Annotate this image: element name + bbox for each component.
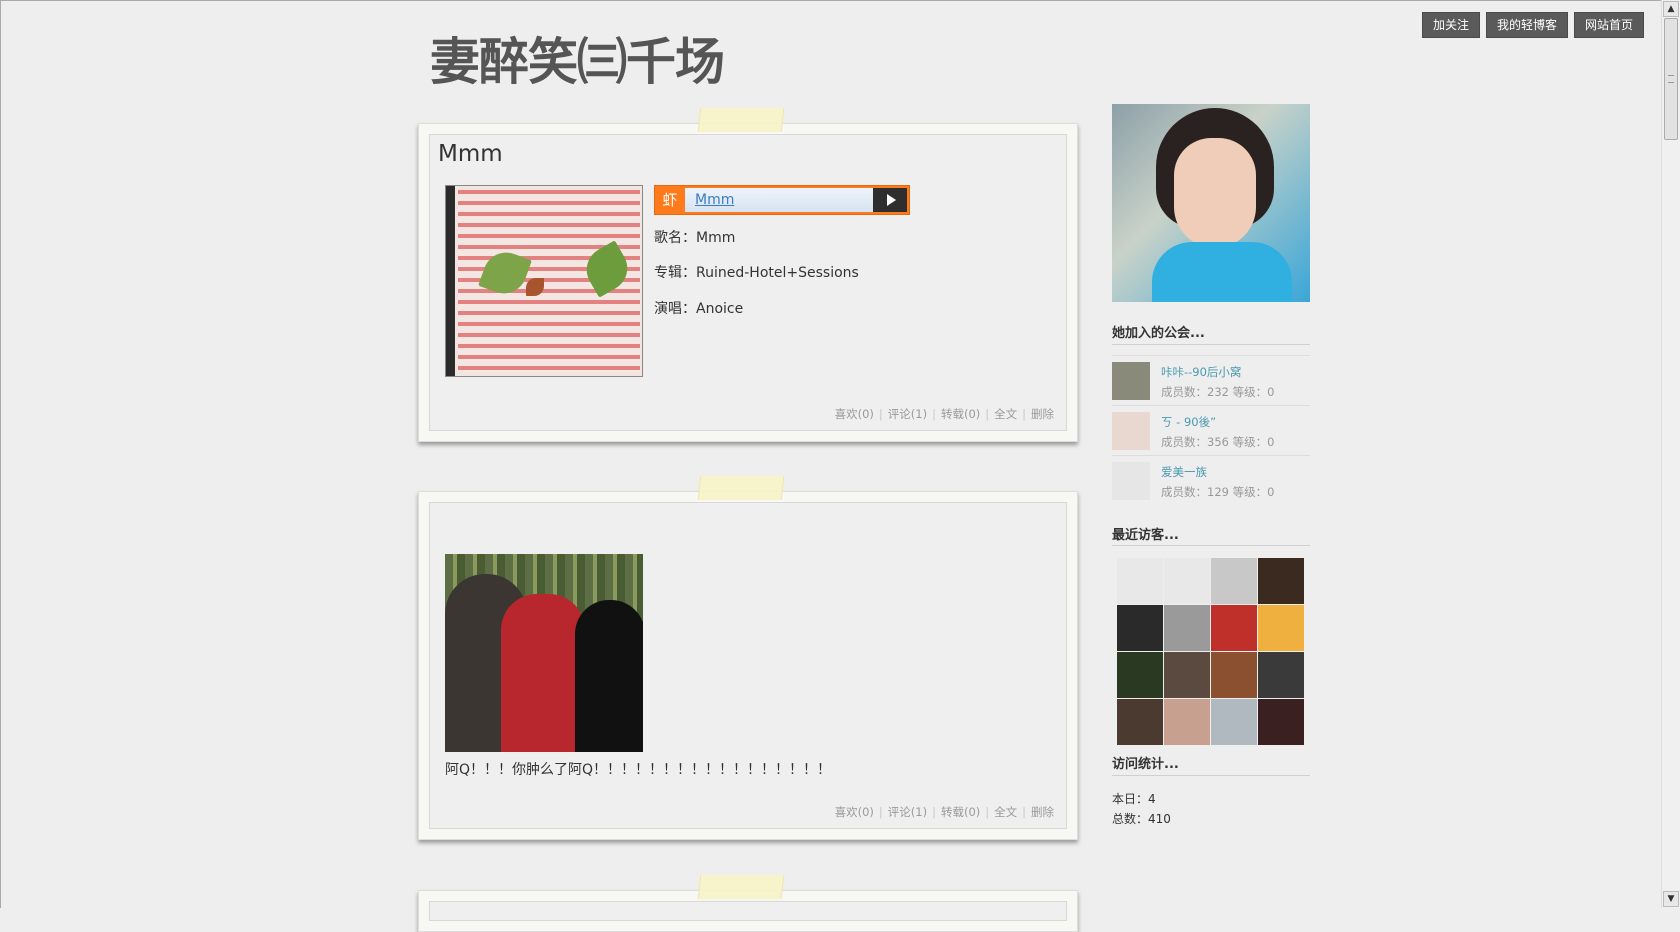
xiami-logo-icon: 虾 [662,191,678,209]
scroll-down-icon[interactable]: ▼ [1663,891,1679,907]
repost-link[interactable]: 转载(0) [941,407,980,421]
visitors-heading: 最近访客... [1112,528,1179,543]
visitor-avatar[interactable] [1117,699,1163,745]
music-post: Mmm 虾 Mmm 歌名：Mmm 专辑：Ruined-Hotel+Session… [418,108,1078,442]
tape-decoration [697,875,785,899]
play-button[interactable] [873,188,907,212]
vertical-scrollbar[interactable]: ▲ ▼ [1661,0,1680,908]
clubs-heading: 她加入的公会... [1112,326,1205,341]
avatar-shirt [1152,242,1292,302]
visitor-avatar[interactable] [1117,652,1163,698]
club-item[interactable]: ㄎ - 90後” 成员数：356 等级：0 [1112,405,1310,454]
separator: | [985,805,990,819]
visitor-avatar[interactable] [1164,605,1210,651]
site-home-button[interactable]: 网站首页 [1573,12,1644,38]
visitor-avatar[interactable] [1117,558,1163,604]
track-bar: Mmm [685,188,873,212]
track-link[interactable]: Mmm [695,192,734,208]
visitor-avatar[interactable] [1164,699,1210,745]
avatar-face [1174,138,1256,248]
visitor-avatar[interactable] [1211,558,1257,604]
club-name[interactable]: 咔咔--90后小窝 [1161,364,1241,380]
stats-heading: 访问统计... [1112,757,1179,772]
music-player: 虾 Mmm [654,185,910,215]
photo-caption: 阿Q！！！你肿么了阿Q！！！！！！！！！！！！！！！！！ [445,762,832,778]
visitor-grid [1117,558,1309,745]
visitor-avatar[interactable] [1164,652,1210,698]
post-actions: 喜欢(0) | 评论(1) | 转载(0) | 全文 | 删除 [835,406,1054,422]
comment-link[interactable]: 评论(1) [888,805,927,819]
window-left-border [0,0,1,908]
delete-link[interactable]: 删除 [1031,805,1054,819]
club-thumbnail[interactable] [1112,462,1150,500]
separator: | [985,407,990,421]
visitor-avatar[interactable] [1258,558,1304,604]
separator: | [932,407,936,421]
visitor-avatar[interactable] [1211,652,1257,698]
photo-figure [501,594,585,752]
club-name[interactable]: 爱美一族 [1161,464,1207,480]
divider [1112,344,1310,345]
like-link[interactable]: 喜欢(0) [835,805,874,819]
photo-figure [575,600,643,752]
top-nav: 加关注 我的轻博客 网站首页 [1421,12,1644,38]
post-body [429,901,1067,921]
album-name: 专辑：Ruined-Hotel+Sessions [654,265,859,281]
visitor-avatar[interactable] [1117,605,1163,651]
post-title[interactable]: Mmm [438,141,503,167]
today-visits: 本日：4 [1112,792,1156,806]
club-stats: 成员数：232 等级：0 [1161,385,1275,399]
separator: | [932,805,936,819]
repost-link[interactable]: 转载(0) [941,805,980,819]
tape-decoration [697,108,785,132]
like-link[interactable]: 喜欢(0) [835,407,874,421]
tape-decoration [697,476,785,500]
follow-button[interactable]: 加关注 [1421,12,1480,38]
next-post [418,875,1078,932]
club-stats: 成员数：129 等级：0 [1161,485,1275,499]
window-top-border [0,0,1680,1]
post-body: 阿Q！！！你肿么了阿Q！！！！！！！！！！！！！！！！！ 喜欢(0) | 评论(1)… [429,502,1067,829]
post-photo[interactable] [445,554,643,752]
visitor-avatar[interactable] [1211,699,1257,745]
my-blog-button[interactable]: 我的轻博客 [1485,12,1568,38]
club-thumbnail[interactable] [1112,362,1150,400]
separator: | [878,805,883,819]
club-stats: 成员数：356 等级：0 [1161,435,1275,449]
scroll-thumb[interactable] [1664,18,1678,140]
visitor-avatar[interactable] [1211,605,1257,651]
profile-avatar[interactable] [1112,104,1310,302]
divider [1112,545,1310,546]
total-visits: 总数：410 [1112,812,1171,826]
visitor-avatar[interactable] [1258,699,1304,745]
club-item[interactable]: 咔咔--90后小窝 成员数：232 等级：0 [1112,355,1310,404]
visitor-avatar[interactable] [1258,652,1304,698]
divider [1112,775,1310,776]
full-text-link[interactable]: 全文 [994,805,1017,819]
visitor-avatar[interactable] [1258,605,1304,651]
scroll-up-icon[interactable]: ▲ [1663,1,1679,17]
delete-link[interactable]: 删除 [1031,407,1054,421]
club-thumbnail[interactable] [1112,412,1150,450]
album-spine [446,186,455,376]
visitor-avatar[interactable] [1164,558,1210,604]
blog-title[interactable]: 妻醉笑㈢千场 [430,22,725,94]
club-item[interactable]: 爱美一族 成员数：129 等级：0 [1112,455,1310,504]
separator: | [1022,407,1026,421]
artist-name: 演唱：Anoice [654,301,744,317]
full-text-link[interactable]: 全文 [994,407,1017,421]
album-cover-image[interactable] [445,185,643,377]
club-name[interactable]: ㄎ - 90後” [1161,414,1216,430]
grip-icon [1668,75,1674,83]
comment-link[interactable]: 评论(1) [888,407,927,421]
post-actions: 喜欢(0) | 评论(1) | 转载(0) | 全文 | 删除 [835,804,1054,820]
post-body: Mmm 虾 Mmm 歌名：Mmm 专辑：Ruined-Hotel+Session… [429,134,1067,431]
photo-post: 阿Q！！！你肿么了阿Q！！！！！！！！！！！！！！！！！ 喜欢(0) | 评论(1)… [418,476,1078,840]
song-name: 歌名：Mmm [654,230,736,246]
separator: | [878,407,883,421]
separator: | [1022,805,1026,819]
